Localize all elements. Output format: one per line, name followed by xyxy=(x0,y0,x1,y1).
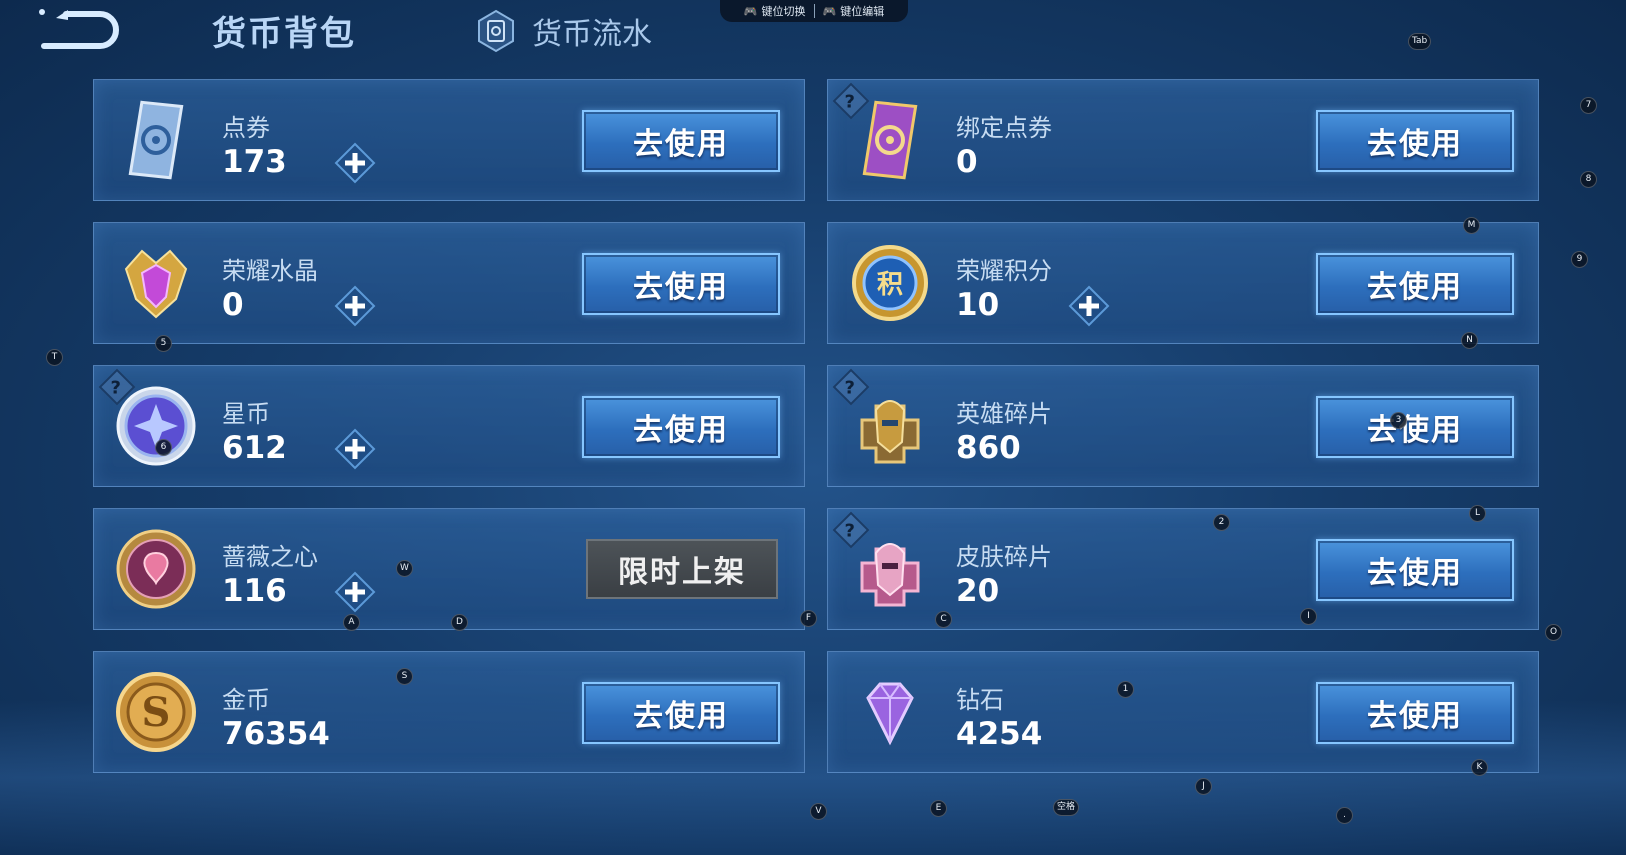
use-glory-points-button[interactable]: 去使用 xyxy=(1316,253,1514,315)
add-rose-heart-button[interactable] xyxy=(334,571,376,613)
key-hint: . xyxy=(1336,807,1353,824)
currency-amount: 116 xyxy=(222,573,287,609)
key-hint: 3 xyxy=(1390,412,1407,429)
currency-amount: 612 xyxy=(222,430,287,466)
key-hint: I xyxy=(1300,608,1317,625)
gamepad-icon: 🎮 xyxy=(743,4,758,18)
currency-amount: 20 xyxy=(956,573,1000,609)
currency-amount: 173 xyxy=(222,144,287,180)
key-hint: 6 xyxy=(155,439,172,456)
use-skin-fragment-button[interactable]: 去使用 xyxy=(1316,539,1514,601)
currency-name: 荣耀积分 xyxy=(956,257,1052,285)
use-star-coin-button[interactable]: 去使用 xyxy=(582,396,780,458)
key-hint: V xyxy=(810,803,827,820)
use-hero-fragment-button[interactable]: 去使用 xyxy=(1316,396,1514,458)
currency-card-bound-coupon: ? 绑定点券 0 去使用 xyxy=(827,79,1539,201)
key-edit-label: 键位编辑 xyxy=(840,5,885,18)
key-hint: C xyxy=(935,611,952,628)
currency-card-gold-coin: S 金币 76354 去使用 xyxy=(93,651,805,773)
add-star-coin-button[interactable] xyxy=(334,428,376,470)
key-hint: E xyxy=(930,800,947,817)
currency-amount: 76354 xyxy=(222,716,330,752)
currency-card-glory-points: 积 荣耀积分 10 去使用 xyxy=(827,222,1539,344)
limited-time-badge: 限时上架 xyxy=(586,539,778,599)
gamepad-icon: 🎮 xyxy=(822,4,837,18)
back-button[interactable] xyxy=(38,8,120,50)
back-arrow-icon xyxy=(39,9,119,49)
key-hint: F xyxy=(800,610,817,627)
page-title: 货币背包 xyxy=(212,14,356,54)
use-coupon-button[interactable]: 去使用 xyxy=(582,110,780,172)
currency-name: 钻石 xyxy=(956,686,1004,714)
svg-text:积: 积 xyxy=(877,270,903,300)
use-diamond-button[interactable]: 去使用 xyxy=(1316,682,1514,744)
key-hint: S xyxy=(396,668,413,685)
use-glory-crystal-button[interactable]: 去使用 xyxy=(582,253,780,315)
currency-name: 星币 xyxy=(222,400,270,428)
gold-coin-icon: S xyxy=(116,672,196,752)
key-hint: 7 xyxy=(1580,97,1597,114)
key-switch-label: 键位切换 xyxy=(761,5,806,18)
currency-amount: 0 xyxy=(956,144,978,180)
key-hint: 9 xyxy=(1571,251,1588,268)
currency-name: 蔷薇之心 xyxy=(222,543,318,571)
key-hint: T xyxy=(46,349,63,366)
key-hint: 1 xyxy=(1117,681,1134,698)
currency-name: 英雄碎片 xyxy=(956,400,1052,428)
currency-amount: 860 xyxy=(956,430,1021,466)
currency-name: 皮肤碎片 xyxy=(956,543,1052,571)
currency-card-hero-fragment: ? 英雄碎片 860 去使用 xyxy=(827,365,1539,487)
add-glory-points-button[interactable] xyxy=(1068,285,1110,327)
glory-crystal-icon xyxy=(124,249,188,319)
key-hint: W xyxy=(396,560,413,577)
currency-card-diamond: 钻石 4254 去使用 xyxy=(827,651,1539,773)
ledger-icon xyxy=(478,9,514,53)
diamond-icon xyxy=(866,682,914,746)
currency-card-star-coin: ? 星币 612 去使用 xyxy=(93,365,805,487)
key-mapping-bar: 🎮 键位切换 🎮 键位编辑 xyxy=(720,0,908,22)
currency-amount: 10 xyxy=(956,287,1000,323)
key-hint: N xyxy=(1461,332,1478,349)
tab-currency-flow-label: 货币流水 xyxy=(532,17,652,52)
currency-name: 点券 xyxy=(222,114,270,142)
glory-points-icon: 积 xyxy=(852,245,928,321)
currency-card-skin-fragment: ? 皮肤碎片 20 去使用 xyxy=(827,508,1539,630)
key-hint: 2 xyxy=(1213,514,1230,531)
currency-name: 绑定点券 xyxy=(956,114,1052,142)
currency-amount: 4254 xyxy=(956,716,1043,752)
currency-name: 金币 xyxy=(222,686,270,714)
key-hint: O xyxy=(1545,624,1562,641)
use-bound-coupon-button[interactable]: 去使用 xyxy=(1316,110,1514,172)
bound-coupon-card-icon xyxy=(862,100,918,180)
key-hint: K xyxy=(1471,759,1488,776)
add-coupon-button[interactable] xyxy=(334,142,376,184)
rose-heart-icon xyxy=(116,529,196,609)
divider xyxy=(813,4,815,18)
hero-fragment-icon xyxy=(860,400,920,464)
key-hint: L xyxy=(1469,505,1486,522)
star-coin-icon xyxy=(116,386,196,466)
add-glory-crystal-button[interactable] xyxy=(334,285,376,327)
key-switch-button[interactable]: 🎮 键位切换 xyxy=(744,3,806,19)
currency-amount: 0 xyxy=(222,287,244,323)
currency-card-coupon: 点券 173 去使用 xyxy=(93,79,805,201)
currency-card-rose-heart: 蔷薇之心 116 限时上架 xyxy=(93,508,805,630)
key-hint: J xyxy=(1195,778,1212,795)
coupon-card-icon xyxy=(128,100,184,180)
key-hint: A xyxy=(343,614,360,631)
key-hint: 空格 xyxy=(1053,799,1080,816)
key-hint: Tab xyxy=(1408,33,1432,50)
key-hint: M xyxy=(1463,217,1480,234)
key-edit-button[interactable]: 🎮 键位编辑 xyxy=(823,3,885,19)
svg-text:S: S xyxy=(142,689,171,736)
currency-card-glory-crystal: 荣耀水晶 0 去使用 xyxy=(93,222,805,344)
key-hint: 8 xyxy=(1580,171,1597,188)
tab-currency-flow[interactable]: 货币流水 xyxy=(476,8,652,54)
key-hint: 5 xyxy=(155,335,172,352)
skin-fragment-icon xyxy=(860,543,920,607)
use-gold-coin-button[interactable]: 去使用 xyxy=(582,682,780,744)
key-hint: D xyxy=(451,614,468,631)
currency-name: 荣耀水晶 xyxy=(222,257,318,285)
